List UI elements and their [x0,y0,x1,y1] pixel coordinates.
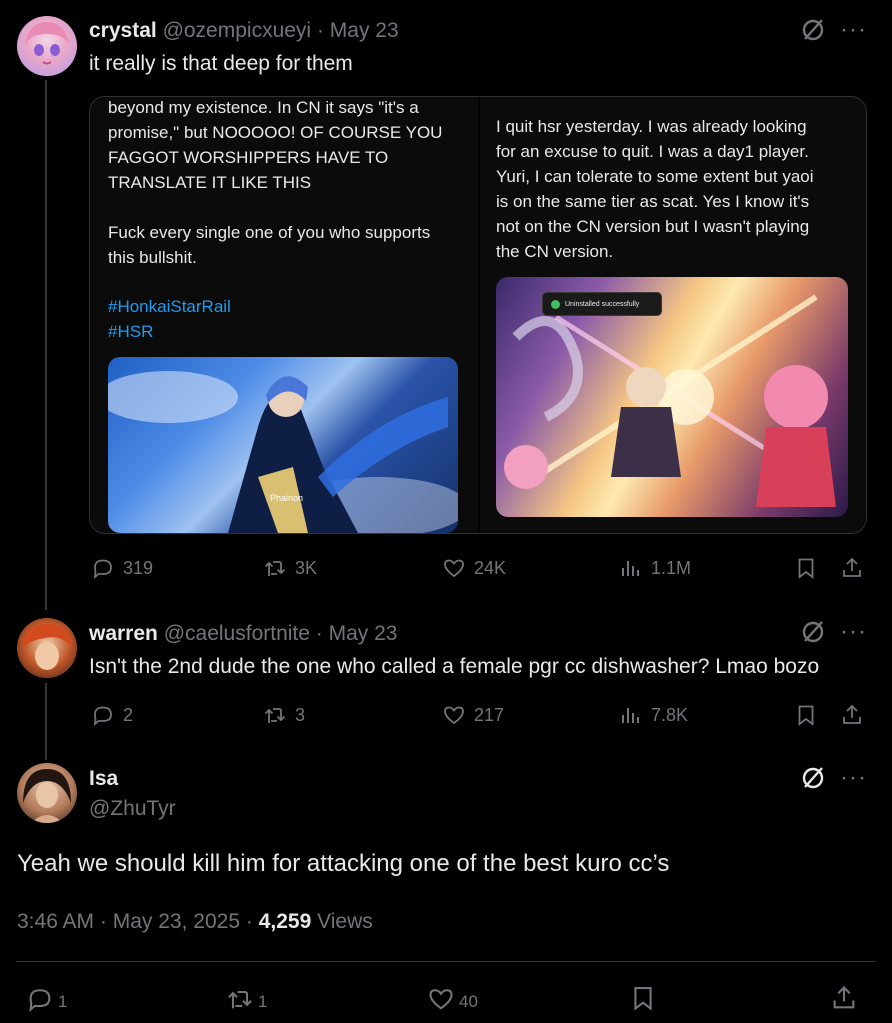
check-icon [551,299,560,309]
repost-icon [228,990,252,1009]
reply-icon [93,559,112,580]
art-caption: Phainon [270,493,304,503]
share-icon[interactable] [830,984,858,1012]
game-art: Uninstalled successfully [496,277,848,517]
media-attachment[interactable]: beyond my existence. In CN it says "it's… [89,96,867,534]
like-button[interactable]: 217 [442,703,504,727]
more-icon[interactable]: ··· [840,620,867,644]
tweet-full-date[interactable]: May 23, 2025 [113,910,240,933]
avatar[interactable] [17,16,77,76]
tweet-header: warren @caelusfortnite · May 23 [89,622,398,646]
repost-count: 1 [258,992,268,1011]
repost-button[interactable]: 1 [226,985,267,1013]
media-left-screenshot[interactable]: beyond my existence. In CN it says "it's… [90,97,478,533]
like-count: 217 [474,704,505,725]
display-name[interactable]: Isa [89,767,118,791]
tweet-date[interactable]: · May 23 [316,622,398,645]
views-icon [622,561,639,576]
repost-count: 3 [295,704,306,725]
avatar[interactable] [17,763,77,823]
views-button[interactable]: 1.1M [619,556,691,580]
tweet-text: it really is that deep for them [89,52,353,75]
views-label: Views [317,910,373,933]
display-name[interactable]: warren [89,622,158,645]
hashtag[interactable]: #HSR [108,319,153,344]
repost-icon [264,708,286,723]
avatar[interactable] [17,618,77,678]
user-handle[interactable]: @caelusfortnite [164,622,310,645]
reply-count: 319 [123,557,154,578]
separator: · [245,910,253,933]
character-art: Phainon [108,357,458,533]
views-icon [622,708,639,723]
bookmark-icon[interactable] [794,556,818,580]
grok-icon[interactable] [800,619,826,645]
views-count: 1.1M [651,557,692,578]
repost-count: 3K [295,557,318,578]
reply-button[interactable]: 2 [91,703,133,727]
repost-button[interactable]: 3 [263,703,305,727]
reply-button[interactable]: 1 [26,985,67,1013]
views-button[interactable]: 7.8K [619,703,688,727]
bookmark-icon[interactable] [629,984,657,1012]
reply-count: 2 [123,704,134,725]
tweet-text: Isn't the 2nd dude the one who called a … [89,655,820,678]
thread-line [45,80,47,610]
like-count: 24K [474,557,507,578]
repost-icon [264,561,286,576]
tweet-time[interactable]: 3:46 AM [17,910,94,933]
user-handle[interactable]: @ZhuTyr [89,797,176,821]
tweet-header: crystal @ozempicxueyi · May 23 [89,19,399,43]
reply-count: 1 [58,992,68,1011]
tweet-text: Yeah we should kill him for attacking on… [17,850,670,877]
bookmark-icon[interactable] [794,703,818,727]
like-count: 40 [459,992,478,1011]
thread-line [45,683,47,760]
tweet-metadata: 3:46 AM · May 23, 2025 · 4,259 Views [17,910,373,934]
like-icon [444,559,464,578]
more-icon[interactable]: ··· [840,766,867,790]
share-icon[interactable] [840,556,864,580]
grok-icon[interactable] [800,17,826,43]
uninstall-toast: Uninstalled successfully [542,292,662,316]
tweet-date[interactable]: · May 23 [317,19,399,42]
share-icon[interactable] [840,703,864,727]
media-right-screenshot[interactable]: I quit hsr yesterday. I was already look… [480,97,866,533]
like-button[interactable]: 24K [442,556,506,580]
hashtag[interactable]: #HonkaiStarRail [108,294,231,319]
screenshot-text: beyond my existence. In CN it says "it's… [108,98,443,267]
reply-button[interactable]: 319 [91,556,153,580]
views-count: 7.8K [651,704,689,725]
screenshot-text: I quit hsr yesterday. I was already look… [496,117,814,261]
reply-icon [29,989,51,1013]
divider [16,961,876,962]
repost-button[interactable]: 3K [263,556,317,580]
toast-text: Uninstalled successfully [565,300,640,308]
like-button[interactable]: 40 [427,985,478,1013]
grok-icon[interactable] [800,765,826,791]
display-name[interactable]: crystal [89,19,157,42]
views-total: 4,259 [258,910,312,933]
separator: · [99,910,107,933]
more-icon[interactable]: ··· [840,18,867,42]
user-handle[interactable]: @ozempicxueyi [163,19,312,42]
like-icon [429,989,453,1010]
like-icon [444,706,464,725]
reply-icon [93,706,112,727]
